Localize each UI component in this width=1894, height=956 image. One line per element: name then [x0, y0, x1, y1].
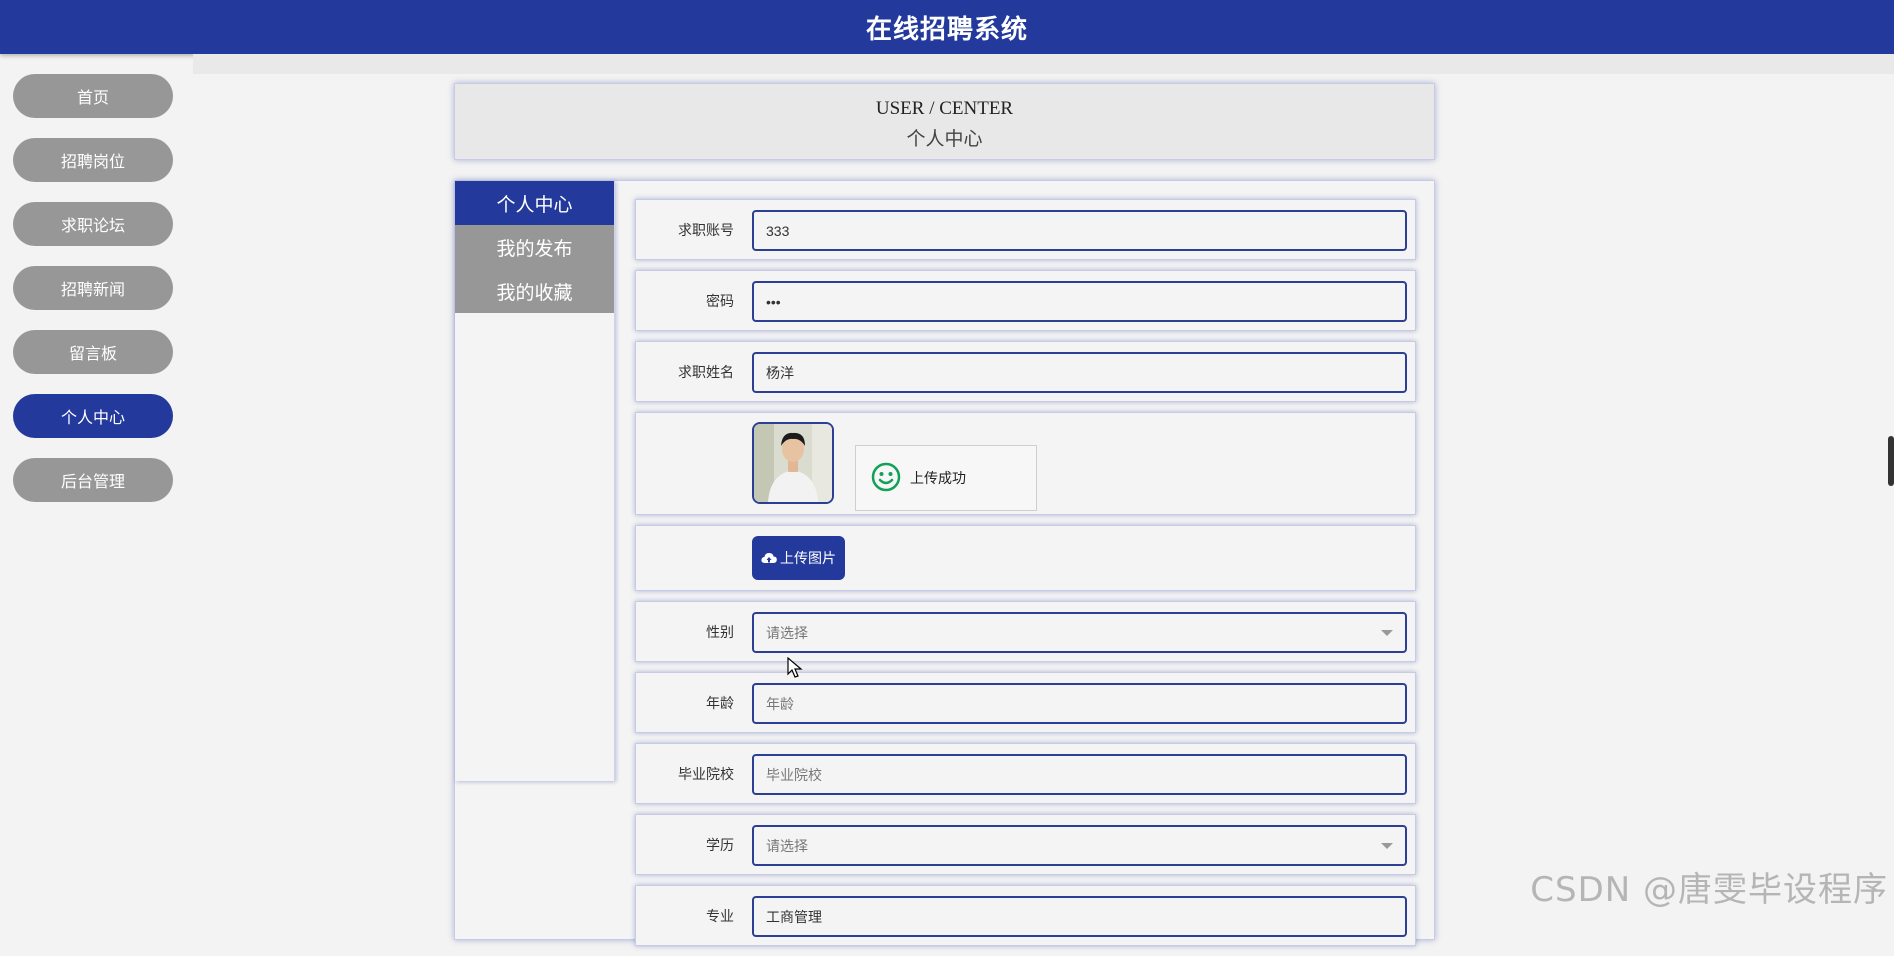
tab-user-center[interactable]: 个人中心: [455, 181, 614, 225]
education-select-value: 请选择: [766, 837, 808, 854]
form-row-school: 毕业院校 毕业院校: [635, 743, 1416, 804]
smile-icon: [870, 461, 902, 496]
cloud-upload-icon: [761, 553, 777, 563]
upload-success-toast: 上传成功: [855, 445, 1037, 511]
page-title-en: USER / CENTER: [875, 98, 1014, 119]
page-header-card: USER / CENTER 个人中心: [454, 83, 1435, 160]
user-center-tabs: 个人中心 我的发布 我的收藏: [455, 181, 615, 781]
form-row-education: 学历 请选择: [635, 814, 1416, 875]
name-label: 求职姓名: [678, 363, 734, 380]
page-scrollbar-thumb[interactable]: [1888, 436, 1894, 486]
form-row-age: 年龄 年龄: [635, 672, 1416, 733]
account-input[interactable]: 333: [752, 210, 1407, 251]
age-input[interactable]: 年龄: [752, 683, 1407, 724]
gender-label: 性别: [706, 623, 734, 640]
form-row-major: 专业 工商管理: [635, 885, 1416, 946]
top-header: 在线招聘系统: [0, 0, 1894, 54]
mouse-cursor-icon: [787, 656, 803, 684]
account-label: 求职账号: [678, 221, 734, 238]
upload-image-label: 上传图片: [780, 550, 836, 566]
tab-my-favorites[interactable]: 我的收藏: [455, 269, 614, 313]
avatar-image[interactable]: [752, 422, 834, 504]
form-row-avatar: 上传成功: [635, 412, 1416, 515]
gender-select-value: 请选择: [766, 624, 808, 641]
tab-my-posts[interactable]: 我的发布: [455, 225, 614, 269]
page-title-zh: 个人中心: [906, 129, 983, 150]
sidebar-item-home[interactable]: 首页: [13, 74, 173, 118]
chevron-down-icon: [1381, 630, 1393, 636]
school-input[interactable]: 毕业院校: [752, 754, 1407, 795]
form-row-upload: 上传图片: [635, 525, 1416, 591]
chevron-down-icon: [1381, 843, 1393, 849]
profile-form: 求职账号 333 密码 ••• 求职姓名 杨洋 上传成功 上传图片 性别 请选择…: [635, 199, 1416, 956]
education-label: 学历: [706, 836, 734, 853]
upload-image-button[interactable]: 上传图片: [752, 536, 845, 580]
password-input[interactable]: •••: [752, 281, 1407, 322]
sidebar-item-news[interactable]: 招聘新闻: [13, 266, 173, 310]
form-row-name: 求职姓名 杨洋: [635, 341, 1416, 402]
form-row-account: 求职账号 333: [635, 199, 1416, 260]
sidebar-item-message-board[interactable]: 留言板: [13, 330, 173, 374]
csdn-watermark: CSDN @唐雯毕设程序: [1530, 870, 1888, 910]
content-top-strip: [193, 54, 1894, 74]
sidebar-nav: 首页 招聘岗位 求职论坛 招聘新闻 留言板 个人中心 后台管理: [13, 74, 173, 522]
age-label: 年龄: [706, 694, 734, 711]
sidebar-item-jobs[interactable]: 招聘岗位: [13, 138, 173, 182]
gender-select[interactable]: 请选择: [752, 612, 1407, 653]
name-input[interactable]: 杨洋: [752, 352, 1407, 393]
education-select[interactable]: 请选择: [752, 825, 1407, 866]
user-center-panel: 个人中心 我的发布 我的收藏 求职账号 333 密码 ••• 求职姓名 杨洋 上…: [454, 180, 1435, 946]
sidebar-item-user-center[interactable]: 个人中心: [13, 394, 173, 438]
upload-toast-text: 上传成功: [910, 470, 966, 486]
app-title: 在线招聘系统: [865, 13, 1028, 44]
sidebar-item-forum[interactable]: 求职论坛: [13, 202, 173, 246]
sidebar-item-admin[interactable]: 后台管理: [13, 458, 173, 502]
form-row-gender: 性别 请选择: [635, 601, 1416, 662]
form-row-password: 密码 •••: [635, 270, 1416, 331]
major-label: 专业: [706, 907, 734, 924]
school-label: 毕业院校: [678, 765, 734, 782]
password-label: 密码: [706, 292, 734, 309]
